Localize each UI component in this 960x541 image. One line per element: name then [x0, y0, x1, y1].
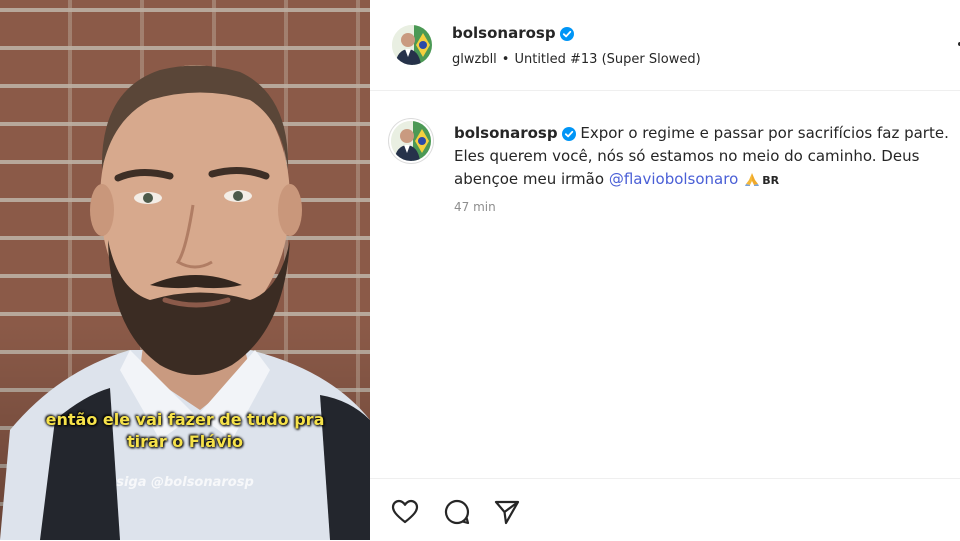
share-button[interactable] [492, 497, 522, 527]
audio-separator: • [501, 52, 510, 67]
comment-bubble-icon [444, 499, 470, 525]
comment-button[interactable] [442, 497, 472, 527]
video-caption-line-2: tirar o Flávio [127, 432, 243, 451]
comment-username[interactable]: bolsonarosp [454, 124, 558, 142]
avatar[interactable] [391, 121, 431, 161]
action-bar [370, 478, 960, 541]
post-media[interactable]: então ele vai fazer de tudo pra tirar o … [0, 0, 370, 540]
send-icon [494, 500, 520, 525]
video-watermark: siga @bolsonarosp [116, 475, 254, 490]
audio-info: glwzbll • Untitled #13 (Super Slowed) [452, 52, 701, 67]
post-header: bolsonarosp glwzbll • Untitled #13 (Super … [370, 0, 960, 91]
mention-link[interactable]: @flaviobolsonaro [609, 170, 738, 188]
person-in-video [0, 65, 370, 540]
video-caption-line-1: então ele vai fazer de tudo pra [45, 410, 325, 429]
verified-badge-icon [559, 26, 574, 41]
comment-text: bolsonarosp Expor o regime e passar por … [454, 122, 954, 192]
post-details-panel: bolsonarosp glwzbll • Untitled #13 (Super … [370, 0, 960, 540]
verified-badge-icon [561, 126, 576, 141]
post-author-username[interactable]: bolsonarosp [452, 24, 556, 42]
post-author[interactable]: bolsonarosp [452, 24, 574, 42]
avatar[interactable] [392, 25, 432, 65]
audio-user[interactable]: glwzbll [452, 52, 497, 67]
audio-title[interactable]: Untitled #13 (Super Slowed) [514, 52, 700, 67]
praying-hands-emoji [745, 173, 760, 186]
comment-timestamp[interactable]: 47 min [454, 200, 496, 214]
profile-picture-icon [391, 121, 431, 161]
heart-icon [391, 499, 419, 524]
flag-br: BR [762, 174, 780, 187]
like-button[interactable] [390, 497, 420, 527]
profile-picture-icon [392, 25, 432, 65]
